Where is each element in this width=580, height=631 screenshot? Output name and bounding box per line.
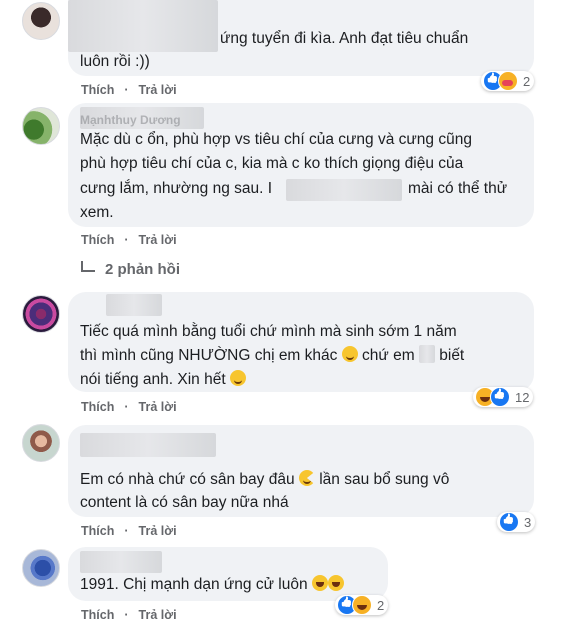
reply-button[interactable]: Trả lời: [139, 83, 177, 97]
pacman-emoji-icon: [298, 470, 315, 486]
reaction-summary[interactable]: 2: [335, 595, 389, 615]
comment-text: Tiếc quá mình bằng tuổi chứ mình mà sinh…: [80, 323, 457, 340]
comment-text: Mặc dù c ổn, phù hợp vs tiêu chí của cưn…: [80, 131, 472, 148]
comment-bubble: Em có nhà chứ có sân bay đâu lần sau bổ …: [68, 425, 534, 517]
like-reaction-icon: [499, 512, 519, 532]
avatar[interactable]: [22, 424, 60, 462]
comment-actions: Thích · Trả lời: [81, 233, 187, 247]
care-reaction-icon: [498, 71, 518, 91]
separator-dot: ·: [124, 233, 129, 247]
comment-text: Em có nhà chứ có sân bay đâu lần sau bổ …: [80, 468, 449, 491]
like-button[interactable]: Thích: [81, 608, 114, 622]
replies-count: 2 phản hồi: [105, 261, 180, 278]
comment-text-part: 1991. Chị mạnh dạn ứng cử luôn: [80, 576, 308, 593]
reply-button[interactable]: Trả lời: [139, 524, 177, 538]
smile-emoji-icon: [229, 370, 246, 386]
like-button[interactable]: Thích: [81, 400, 114, 414]
comment-text-part: thì mình cũng NHƯỜNG chị em khác: [80, 347, 338, 364]
comment-text: thì mình cũng NHƯỜNG chị em khác chứ em …: [80, 344, 464, 367]
comment-text-part: Em có nhà chứ có sân bay đâu: [80, 471, 295, 488]
comment-text: xem.: [80, 204, 114, 221]
comment-text-part: nói tiếng anh. Xin hết: [80, 371, 226, 388]
comment-text: ứng tuyển đi kìa. Anh đạt tiêu chuẩn: [220, 30, 469, 47]
blurred-author-name: [68, 0, 218, 52]
reply-button[interactable]: Trả lời: [139, 400, 177, 414]
avatar[interactable]: [22, 2, 60, 40]
separator-dot: ·: [124, 400, 129, 414]
comment-actions: Thích · Trả lời: [81, 524, 187, 538]
comment-text-part: chứ em: [362, 347, 415, 364]
comment-text: mài có thể thử: [408, 180, 508, 197]
comment-bubble: ứng tuyển đi kìa. Anh đạt tiêu chuẩn luô…: [68, 0, 534, 76]
smile-emoji-icon: [341, 346, 358, 362]
reaction-count: 12: [515, 389, 530, 405]
laughing-emoji-icon: [327, 575, 344, 591]
comment-actions: Thích · Trả lời: [81, 400, 187, 414]
like-button[interactable]: Thích: [81, 233, 114, 247]
reaction-count: 3: [524, 514, 532, 530]
comment-text: content là có sân bay nữa nhá: [80, 494, 289, 511]
reaction-summary[interactable]: 12: [473, 387, 534, 407]
reaction-summary[interactable]: 3: [497, 512, 536, 532]
comment-text: 1991. Chị mạnh dạn ứng cử luôn: [80, 573, 344, 596]
blurred-author-name: [106, 294, 162, 316]
comment-text: phù hợp tiêu chí của c, kia mà c ko thíc…: [80, 155, 464, 172]
reply-button[interactable]: Trả lời: [139, 608, 177, 622]
separator-dot: ·: [124, 83, 129, 97]
avatar[interactable]: [22, 549, 60, 587]
avatar[interactable]: [22, 107, 60, 145]
view-replies-link[interactable]: 2 phản hồi: [81, 261, 180, 278]
blurred-author-name: [80, 433, 216, 457]
laughing-emoji-icon: [311, 575, 328, 591]
comment-bubble: Tiếc quá mình bằng tuổi chứ mình mà sinh…: [68, 292, 534, 392]
comment-text: luôn rồi :)): [80, 53, 150, 70]
blurred-word: [418, 345, 435, 363]
reply-button[interactable]: Trả lời: [139, 233, 177, 247]
separator-dot: ·: [124, 608, 129, 622]
comment-text-part: biết: [439, 347, 465, 364]
comment-actions: Thích · Trả lời: [81, 83, 187, 97]
like-button[interactable]: Thích: [81, 83, 114, 97]
reply-arrow-icon: [81, 261, 95, 272]
comment-text-part: lần sau bổ sung vô: [319, 471, 450, 488]
comment-bubble: 1991. Chị mạnh dạn ứng cử luôn: [68, 547, 388, 601]
reaction-count: 2: [523, 73, 531, 89]
separator-dot: ·: [124, 524, 129, 538]
comment-text: nói tiếng anh. Xin hết: [80, 368, 246, 391]
avatar[interactable]: [22, 295, 60, 333]
comment-author[interactable]: Mạnhthuy Dương: [80, 113, 181, 127]
like-reaction-icon: [490, 387, 510, 407]
blurred-author-name: [80, 551, 162, 573]
haha-reaction-icon: [352, 595, 372, 615]
like-button[interactable]: Thích: [81, 524, 114, 538]
reaction-count: 2: [377, 597, 385, 613]
comment-bubble: Mạnhthuy Dương Mặc dù c ổn, phù hợp vs t…: [68, 103, 534, 227]
comment-actions: Thích · Trả lời: [81, 608, 187, 622]
comment-text: cưng lắm, nhường ng sau. I: [80, 180, 273, 197]
blurred-mention: [286, 179, 402, 201]
reaction-summary[interactable]: 2: [481, 71, 535, 91]
